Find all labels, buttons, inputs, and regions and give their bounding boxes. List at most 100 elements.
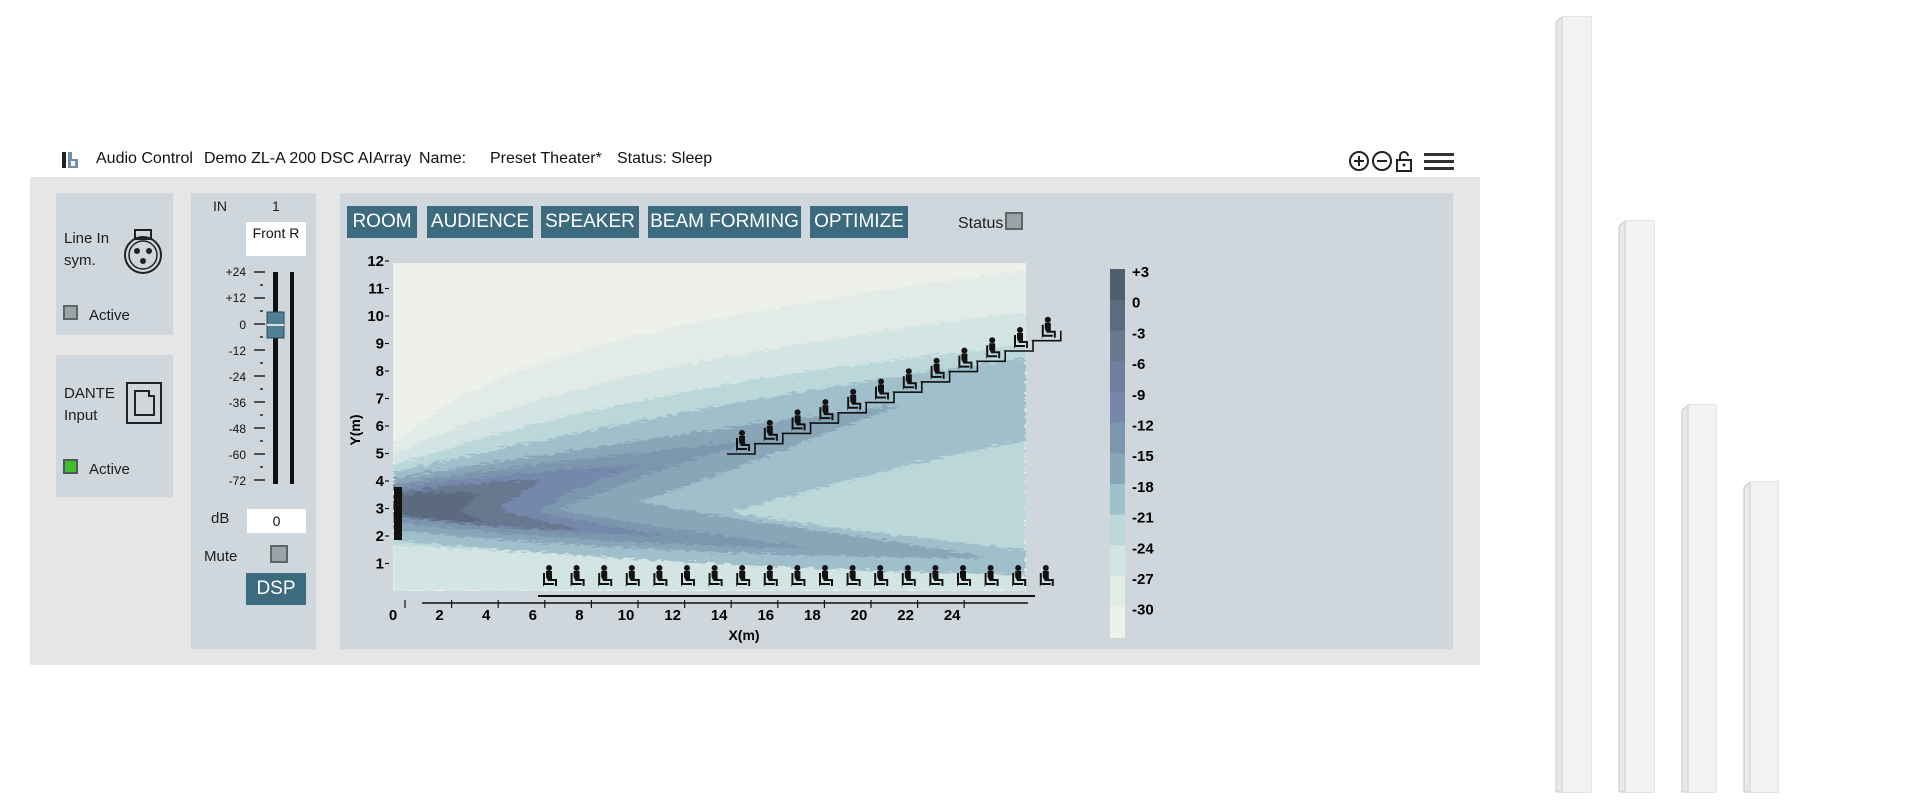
y-tick-label: 3 [376, 501, 384, 518]
seated-person-icon [1039, 565, 1054, 587]
line-in-label-2: sym. [64, 252, 96, 269]
color-scale-swatch [1110, 269, 1125, 301]
y-tick-label: 8 [376, 363, 384, 380]
y-tick-label: 10 [367, 308, 384, 325]
color-scale-label: -27 [1132, 571, 1154, 588]
in-label: IN [213, 198, 227, 214]
db-value-field[interactable]: 0 [247, 509, 306, 533]
speaker-column-tall [1555, 16, 1592, 793]
logo-icon [62, 152, 78, 168]
fader-track [273, 272, 278, 484]
xlr-connector-icon [124, 229, 162, 274]
y-axis-label: Y(m) [347, 414, 363, 445]
status-label: Status [958, 215, 1004, 232]
x-tick-label: 0 [389, 607, 397, 624]
fader-knob[interactable] [266, 311, 285, 339]
dante-label-2: Input [64, 407, 98, 424]
tab-speaker[interactable]: SPEAKER [541, 206, 639, 238]
color-scale-bar: +3 0 -3 -6 -9 -12 -15 -18 -21 -24 -27 -30 [1110, 264, 1154, 638]
color-scale-label: -6 [1132, 356, 1145, 373]
color-scale-label: -18 [1132, 479, 1154, 496]
color-scale-label: -3 [1132, 325, 1145, 342]
y-tick-label: 6 [376, 418, 384, 435]
color-scale-swatch [1110, 483, 1125, 516]
level-meter [290, 272, 294, 484]
preset-name: Preset Theater* [490, 150, 602, 167]
y-tick-label: 2 [376, 528, 384, 545]
x-axis-label: X(m) [728, 627, 759, 643]
device-name: Demo ZL-A 200 DSC AIArray [204, 150, 412, 167]
speaker-column-icon [394, 487, 402, 540]
speaker-column-large [1618, 220, 1655, 793]
color-scale-swatch [1110, 391, 1125, 423]
mute-checkbox[interactable] [270, 545, 288, 563]
scale-label: -48 [228, 422, 246, 436]
tab-audience[interactable]: AUDIENCE [427, 206, 533, 238]
scale-label: 0 [239, 318, 246, 332]
color-scale-label: -12 [1132, 418, 1154, 435]
menu-icon[interactable] [1424, 153, 1454, 170]
name-label: Name: [419, 150, 467, 167]
x-tick-label: 18 [804, 607, 821, 624]
color-scale-swatch [1110, 514, 1125, 546]
x-tick-label: 6 [529, 607, 537, 624]
x-tick-label: 4 [482, 607, 491, 624]
toolbar-icons [1348, 148, 1460, 174]
color-scale-label: 0 [1132, 295, 1140, 312]
in-number: 1 [272, 198, 280, 214]
status-checkbox[interactable] [1005, 212, 1023, 230]
speaker-column-small [1743, 481, 1779, 793]
color-scale-swatch [1110, 422, 1125, 454]
color-scale-swatch [1110, 576, 1125, 608]
x-tick-label: 22 [897, 607, 914, 624]
x-tick-label: 14 [711, 607, 728, 624]
y-tick-label: 1 [376, 556, 384, 573]
scale-label: +12 [225, 291, 246, 305]
dsp-button[interactable]: DSP [246, 573, 306, 605]
scale-label: -12 [228, 344, 246, 358]
x-tick-label: 16 [757, 607, 774, 624]
title-bar: Audio Control Demo ZL-A 200 DSC AIArray … [62, 150, 1462, 172]
network-port-icon [126, 382, 162, 424]
tab-room[interactable]: ROOM [347, 206, 417, 238]
speaker-column-medium [1681, 404, 1717, 793]
color-scale-swatch [1110, 453, 1125, 485]
color-scale-swatch [1110, 606, 1125, 638]
line-in-label-1: Line In [64, 230, 110, 247]
line-in-active-checkbox[interactable] [63, 305, 78, 320]
zoom-out-icon[interactable] [1372, 151, 1392, 171]
scale-label: -24 [228, 370, 246, 384]
mute-label: Mute [204, 548, 238, 565]
scale-label: -36 [228, 396, 246, 410]
color-scale-label: -9 [1132, 387, 1145, 404]
lock-icon[interactable] [1396, 151, 1412, 172]
color-scale-label: -15 [1132, 448, 1154, 465]
color-scale-swatch [1110, 330, 1125, 362]
status-text: Status: Sleep [617, 150, 713, 167]
x-axis: 0 2 4 6 8 10 12 14 16 18 20 22 24 [389, 600, 1028, 624]
color-scale-label: -30 [1132, 602, 1154, 619]
zoom-in-icon[interactable] [1349, 151, 1369, 171]
color-scale-swatch [1110, 299, 1125, 331]
dante-active-label: Active [89, 461, 130, 478]
line-in-active-label: Active [89, 307, 130, 324]
spl-plot: 123456789101112 0 2 4 6 8 10 12 14 16 18 20 22 24 Y(… [347, 253, 1154, 643]
y-axis: 123456789101112 [367, 253, 389, 573]
scale-label: -72 [228, 474, 246, 488]
x-tick-label: 20 [851, 607, 868, 624]
y-tick-label: 12 [367, 253, 384, 270]
tab-beam-forming[interactable]: BEAM FORMING [648, 206, 801, 238]
seated-person-icon [1041, 316, 1056, 339]
dante-active-checkbox[interactable] [63, 459, 78, 474]
channel-name-field[interactable]: Front R [246, 222, 306, 256]
speaker-products-image [1555, 16, 1779, 793]
dante-label-1: DANTE [64, 385, 115, 402]
y-tick-label: 7 [376, 391, 384, 408]
tab-optimize[interactable]: OPTIMIZE [810, 206, 908, 238]
color-scale-label: -21 [1132, 510, 1154, 527]
y-tick-label: 11 [368, 281, 384, 298]
y-tick-label: 4 [376, 473, 385, 490]
color-scale-label: +3 [1132, 264, 1149, 281]
x-tick-label: 24 [944, 607, 961, 624]
scale-label: -60 [228, 448, 246, 462]
